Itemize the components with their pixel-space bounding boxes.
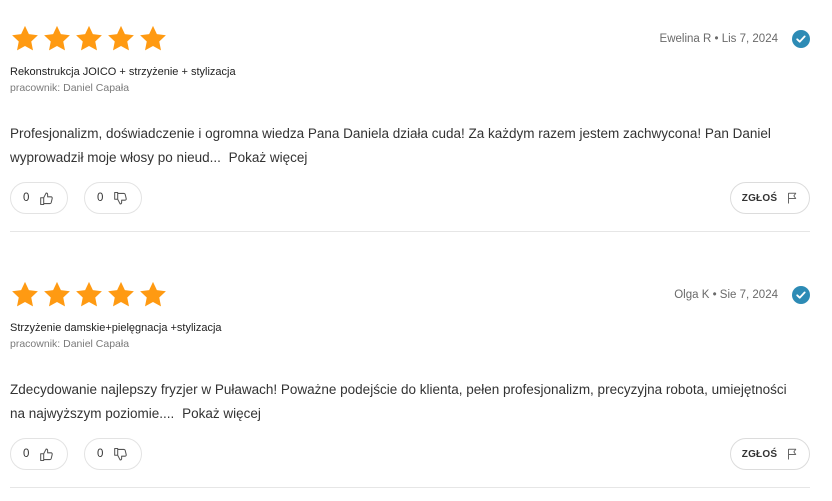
author-date: Olga K • Sie 7, 2024	[674, 289, 778, 301]
report-label: ZGŁOŚ	[741, 192, 778, 204]
service-name: Strzyżenie damskie+pielęgnacja +stylizac…	[10, 322, 222, 334]
report-label: ZGŁOŚ	[741, 448, 778, 460]
report-button[interactable]: ZGŁOŚ	[730, 182, 810, 214]
like-count: 0	[23, 192, 30, 204]
like-button[interactable]: 0	[10, 182, 68, 214]
divider	[10, 231, 810, 232]
employee-name: pracownik: Daniel Capała	[10, 82, 130, 94]
star-icon	[42, 280, 72, 310]
star-icon	[10, 280, 40, 310]
thumbs-down-icon	[113, 191, 128, 206]
review-meta: Olga K • Sie 7, 2024	[674, 284, 810, 306]
review-text-block: Profesjonalizm, doświadczenie i ogromna …	[10, 122, 800, 170]
like-button[interactable]: 0	[10, 438, 68, 470]
divider	[10, 487, 810, 488]
star-icon	[138, 280, 168, 310]
star-icon	[106, 280, 136, 310]
like-count: 0	[23, 448, 30, 460]
star-icon	[42, 24, 72, 54]
thumbs-up-icon	[39, 447, 54, 462]
thumbs-up-icon	[39, 191, 54, 206]
show-more-link[interactable]: Pokaż więcej	[229, 150, 308, 165]
review-text: Zdecydowanie najlepszy fryzjer w Puławac…	[10, 382, 787, 421]
star-icon	[106, 24, 136, 54]
star-icon	[74, 280, 104, 310]
dislike-button[interactable]: 0	[84, 438, 142, 470]
review-text: Profesjonalizm, doświadczenie i ogromna …	[10, 126, 771, 165]
dislike-count: 0	[97, 192, 104, 204]
dislike-button[interactable]: 0	[84, 182, 142, 214]
report-button[interactable]: ZGŁOŚ	[730, 438, 810, 470]
author-date: Ewelina R • Lis 7, 2024	[659, 33, 778, 45]
star-icon	[138, 24, 168, 54]
check-circle-icon	[792, 30, 810, 48]
employee-name: pracownik: Daniel Capała	[10, 338, 130, 350]
star-icon	[10, 24, 40, 54]
thumbs-down-icon	[113, 447, 128, 462]
dislike-count: 0	[97, 448, 104, 460]
review-text-block: Zdecydowanie najlepszy fryzjer w Puławac…	[10, 378, 800, 426]
flag-icon	[787, 192, 798, 204]
service-name: Rekonstrukcja JOICO + strzyżenie + styli…	[10, 66, 236, 78]
flag-icon	[787, 448, 798, 460]
review-meta: Ewelina R • Lis 7, 2024	[660, 28, 810, 50]
rating-stars	[10, 24, 168, 54]
check-circle-icon	[792, 286, 810, 304]
rating-stars	[10, 280, 168, 310]
show-more-link[interactable]: Pokaż więcej	[182, 406, 261, 421]
star-icon	[74, 24, 104, 54]
